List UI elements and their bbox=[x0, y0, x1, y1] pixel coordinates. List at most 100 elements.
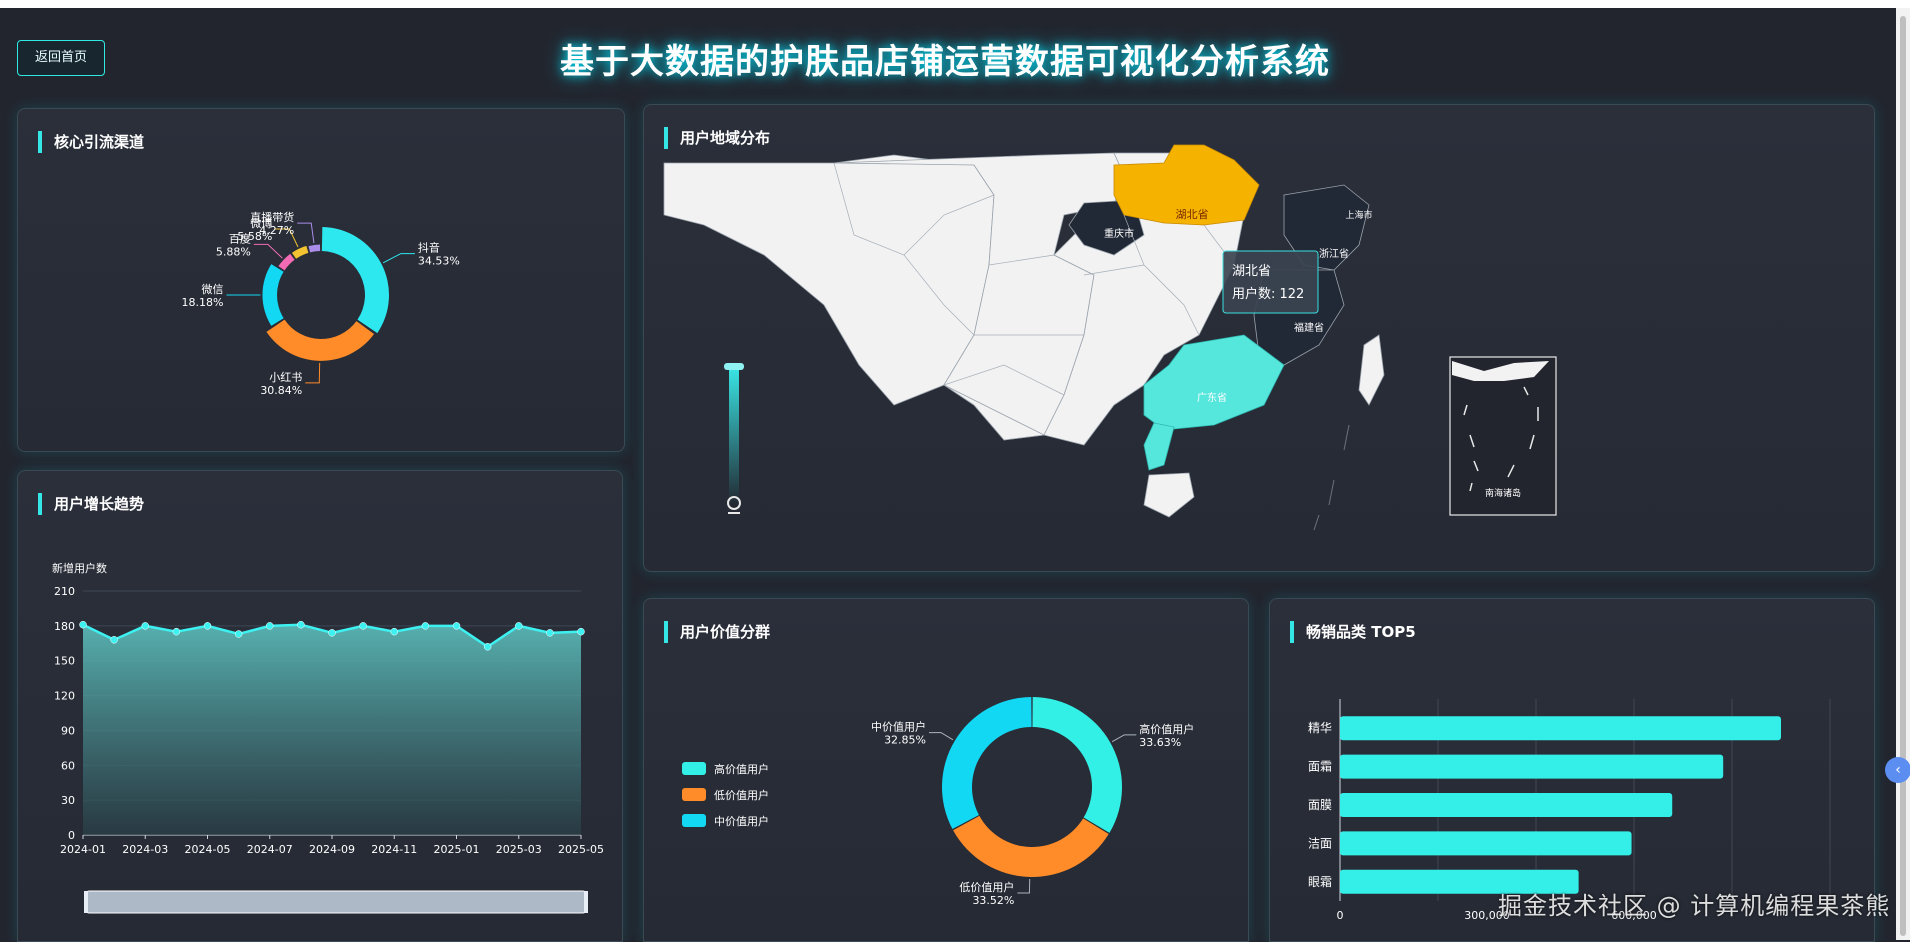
page-title: 基于大数据的护肤品店铺运营数据可视化分析系统 bbox=[560, 42, 1330, 82]
region-map: 湖北省 重庆市 浙江省 上海市 福建省 广东省 南海诸岛 湖北省 用户数: 12… bbox=[663, 144, 1557, 531]
growth-point-16[interactable] bbox=[577, 627, 585, 636]
top5-bar-2[interactable] bbox=[1340, 793, 1673, 817]
browser-top-strip bbox=[0, 0, 1910, 8]
value-label-value-1: 33.52% bbox=[972, 894, 1014, 907]
map-label-south-sea: 南海诸岛 bbox=[1485, 487, 1521, 499]
visual-map-top-handle[interactable] bbox=[724, 363, 744, 370]
growth-ytick-1: 30 bbox=[61, 794, 75, 807]
value-label-name-1: 低价值用户 bbox=[959, 880, 1014, 894]
growth-point-15[interactable] bbox=[546, 629, 554, 637]
value-leader-2 bbox=[929, 732, 954, 741]
top5-category-label-4: 眼霜 bbox=[1308, 875, 1332, 889]
growth-point-13[interactable] bbox=[483, 643, 492, 651]
map-label-chongqing: 重庆市 bbox=[1104, 227, 1134, 240]
map-sea-lines bbox=[1313, 424, 1350, 531]
value-panel: 用户价值分群 高价值用户 低价值用户 中价值用户 高价值用户 33.63% 低价值用户 3… bbox=[643, 598, 1249, 942]
map-tooltip bbox=[1222, 250, 1319, 314]
value-legend-swatch-2[interactable] bbox=[682, 814, 706, 827]
map-region-taiwan bbox=[1358, 334, 1385, 406]
value-donut-chart: 高价值用户低价值用户中价值用户 高价值用户33.63%低价值用户33.52%中价… bbox=[682, 697, 1194, 907]
channel-slice-4[interactable] bbox=[291, 245, 309, 259]
top5-category-label-0: 精华 bbox=[1308, 721, 1332, 735]
top5-category-label-1: 面霜 bbox=[1308, 760, 1332, 774]
growth-xtick-1: 2024-03 bbox=[122, 843, 168, 856]
growth-point-5[interactable] bbox=[234, 630, 243, 638]
growth-point-0[interactable] bbox=[79, 620, 87, 629]
map-label-fujian: 福建省 bbox=[1294, 321, 1324, 334]
channel-label-name-2: 微信 bbox=[201, 282, 223, 296]
growth-ytick-0: 0 bbox=[68, 829, 75, 842]
growth-point-6[interactable] bbox=[266, 622, 274, 630]
top5-bar-1[interactable] bbox=[1340, 754, 1724, 779]
channel-slice-1[interactable] bbox=[266, 319, 375, 361]
chevron-left-icon[interactable]: ‹ bbox=[1885, 757, 1910, 783]
page-scrollbar[interactable] bbox=[1896, 8, 1910, 940]
value-label-name-2: 中价值用户 bbox=[871, 720, 926, 734]
growth-ytick-6: 180 bbox=[54, 620, 75, 633]
growth-ytick-2: 60 bbox=[61, 759, 75, 772]
channel-slice-0[interactable] bbox=[321, 227, 389, 334]
value-legend-label-0[interactable]: 高价值用户 bbox=[714, 762, 769, 776]
channel-label-name-0: 抖音 bbox=[418, 241, 440, 255]
visual-map-bar bbox=[729, 367, 739, 507]
growth-point-11[interactable] bbox=[421, 622, 430, 630]
value-label-name-0: 高价值用户 bbox=[1139, 722, 1194, 736]
map-tooltip-region: 湖北省 bbox=[1232, 264, 1271, 279]
value-slice-2[interactable] bbox=[942, 697, 1032, 829]
top5-category-label-2: 面膜 bbox=[1308, 798, 1332, 812]
map-label-hubei: 湖北省 bbox=[1176, 208, 1209, 221]
scrollbar-thumb[interactable] bbox=[1900, 16, 1906, 936]
growth-point-14[interactable] bbox=[515, 622, 523, 630]
top5-category-label-3: 洁面 bbox=[1308, 836, 1332, 850]
channel-leader-1 bbox=[305, 362, 321, 384]
growth-zoom-slider-handle-right[interactable] bbox=[584, 891, 588, 913]
growth-point-1[interactable] bbox=[110, 636, 118, 644]
value-slice-1[interactable] bbox=[953, 815, 1109, 877]
map-tooltip-value: 用户数: 122 bbox=[1232, 286, 1304, 302]
value-leader-1 bbox=[1017, 878, 1031, 894]
growth-xtick-2: 2024-05 bbox=[185, 843, 231, 856]
channel-slice-2[interactable] bbox=[262, 264, 284, 326]
growth-xtick-6: 2025-01 bbox=[434, 843, 480, 856]
channel-label-value-5: 4.27% bbox=[259, 224, 294, 237]
map-label-guangdong: 广东省 bbox=[1197, 391, 1227, 404]
watermark-text: 掘金技术社区 @ 计算机编程果茶熊 bbox=[1498, 892, 1891, 920]
value-slice-0[interactable] bbox=[1032, 697, 1122, 833]
growth-zoom-slider[interactable] bbox=[85, 890, 587, 914]
channel-label-name-1: 小红书 bbox=[269, 371, 302, 384]
growth-point-9[interactable] bbox=[359, 622, 367, 630]
channel-label-value-3: 5.88% bbox=[216, 245, 251, 258]
channel-leader-0 bbox=[382, 253, 415, 264]
map-land-west bbox=[663, 154, 995, 406]
value-legend-label-2[interactable]: 中价值用户 bbox=[714, 814, 769, 828]
growth-point-8[interactable] bbox=[328, 629, 336, 637]
value-legend-label-1[interactable]: 低价值用户 bbox=[714, 788, 769, 802]
channel-label-value-2: 18.18% bbox=[182, 296, 224, 309]
growth-point-4[interactable] bbox=[203, 622, 212, 630]
channel-label-value-1: 30.84% bbox=[260, 384, 302, 397]
channel-leader-3 bbox=[253, 243, 283, 259]
map-region-hainan bbox=[1143, 472, 1195, 518]
growth-point-10[interactable] bbox=[390, 627, 398, 636]
channel-slice-5[interactable] bbox=[308, 244, 321, 253]
top5-bar-3[interactable] bbox=[1340, 831, 1632, 856]
growth-point-2[interactable] bbox=[141, 622, 149, 630]
value-legend-swatch-1[interactable] bbox=[682, 788, 706, 801]
value-legend-swatch-0[interactable] bbox=[682, 762, 706, 775]
growth-zoom-slider-handle-left[interactable] bbox=[84, 891, 88, 913]
growth-point-12[interactable] bbox=[452, 622, 461, 630]
channel-leader-5 bbox=[297, 222, 315, 244]
growth-point-3[interactable] bbox=[172, 627, 181, 636]
value-label-value-2: 32.85% bbox=[884, 734, 926, 747]
value-label-value-0: 33.63% bbox=[1139, 736, 1181, 749]
top5-bar-0[interactable] bbox=[1340, 716, 1781, 741]
growth-point-7[interactable] bbox=[297, 620, 305, 629]
channel-panel: 核心引流渠道 抖音 34.53% 小红书 30.84% 微信 18.18% 百度 5.88% 微… bbox=[17, 108, 625, 452]
growth-panel: 用户增长趋势 0 30 60 90 120 150 180 210 2024-01 2024-0… bbox=[17, 470, 623, 942]
value-leader-0 bbox=[1111, 734, 1137, 743]
top5-xtick-0: 0 bbox=[1337, 909, 1344, 922]
growth-xtick-4: 2024-09 bbox=[309, 843, 355, 856]
channel-label-value-0: 34.53% bbox=[418, 255, 460, 268]
growth-ytick-7: 210 bbox=[54, 585, 75, 598]
growth-ytick-5: 150 bbox=[54, 655, 75, 668]
